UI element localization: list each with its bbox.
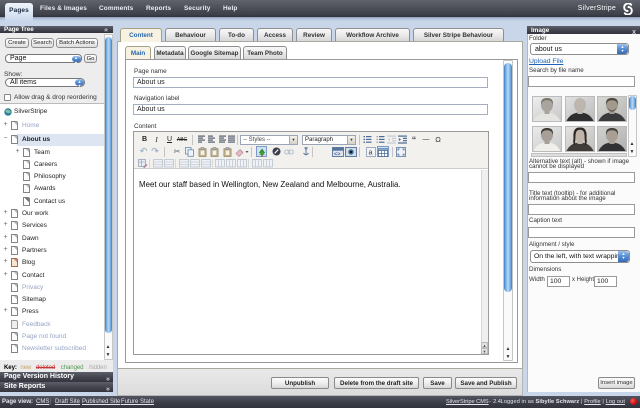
svg-text:a: a [368, 149, 372, 156]
svg-text:<>: <> [334, 151, 340, 157]
